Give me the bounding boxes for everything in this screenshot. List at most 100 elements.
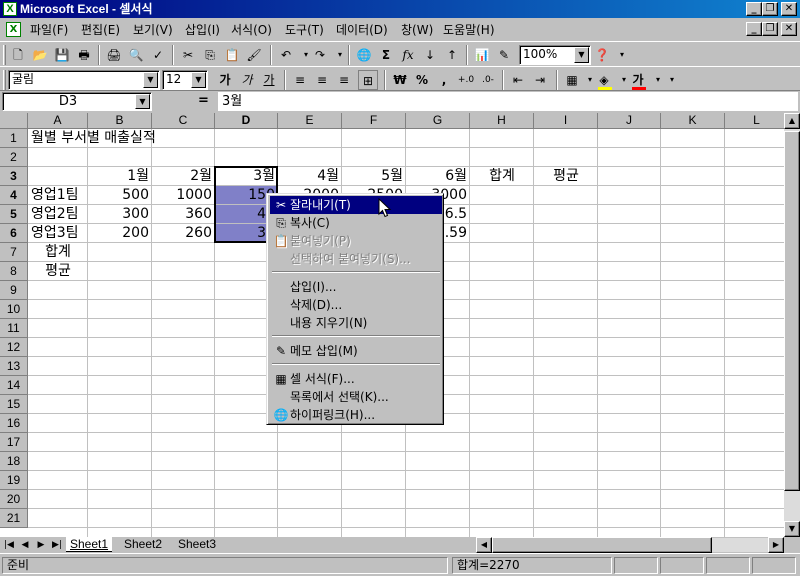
autosum-icon[interactable]: Σ bbox=[376, 45, 396, 65]
new-file-icon[interactable]: 🗋 bbox=[8, 45, 28, 65]
sheet-tab-sheet3[interactable]: Sheet3 bbox=[174, 537, 220, 552]
increase-decimal-icon[interactable]: +.0 bbox=[456, 70, 476, 90]
row-header-13[interactable]: 13 bbox=[0, 357, 28, 376]
context-menu-format-cells[interactable]: ▦ 셀 서식(F)... bbox=[270, 370, 442, 388]
row-header-8[interactable]: 8 bbox=[0, 262, 28, 281]
italic-button[interactable]: 가 bbox=[237, 70, 257, 90]
align-left-icon[interactable]: ≡ bbox=[290, 70, 310, 90]
row-header-15[interactable]: 15 bbox=[0, 395, 28, 414]
menu-edit[interactable]: 편집(E) bbox=[79, 22, 122, 38]
row-header-11[interactable]: 11 bbox=[0, 319, 28, 338]
cell-c6[interactable]: 260 bbox=[152, 224, 215, 243]
cut-icon[interactable]: ✂ bbox=[178, 45, 198, 65]
sheet-tab-sheet2[interactable]: Sheet2 bbox=[120, 537, 166, 552]
row-header-16[interactable]: 16 bbox=[0, 414, 28, 433]
format-painter-icon[interactable]: 🖌 bbox=[244, 45, 264, 65]
percent-button[interactable]: % bbox=[412, 70, 432, 90]
last-sheet-icon[interactable]: ▶| bbox=[50, 538, 64, 552]
sort-descending-icon[interactable]: ↑ bbox=[442, 45, 462, 65]
function-icon[interactable]: fx bbox=[398, 45, 418, 65]
name-box-dropdown-icon[interactable]: ▼ bbox=[135, 94, 150, 109]
row-header-19[interactable]: 19 bbox=[0, 471, 28, 490]
cell-c4[interactable]: 1000 bbox=[152, 186, 215, 205]
menu-file[interactable]: 파일(F) bbox=[28, 22, 70, 38]
vertical-scrollbar[interactable]: ▲ ▼ bbox=[784, 113, 800, 537]
column-header-f[interactable]: F bbox=[342, 113, 406, 129]
context-menu-clear-contents[interactable]: 내용 지우기(N) bbox=[270, 314, 442, 332]
print-preview-icon[interactable]: 🖨 bbox=[104, 45, 124, 65]
font-dropdown-icon[interactable]: ▼ bbox=[143, 72, 158, 88]
increase-indent-icon[interactable]: ⇥ bbox=[530, 70, 550, 90]
doc-minimize-button[interactable]: _ bbox=[746, 22, 762, 36]
chart-wizard-icon[interactable]: 📊 bbox=[472, 45, 492, 65]
menu-format[interactable]: 서식(O) bbox=[229, 22, 274, 38]
column-header-j[interactable]: J bbox=[598, 113, 661, 129]
row-header-3[interactable]: 3 bbox=[0, 167, 28, 186]
cell-i3[interactable]: 평균 bbox=[534, 167, 598, 186]
select-all-corner[interactable] bbox=[0, 113, 28, 129]
bold-button[interactable]: 가 bbox=[215, 70, 235, 90]
cell-c5[interactable]: 360 bbox=[152, 205, 215, 224]
doc-restore-button[interactable]: ❐ bbox=[762, 22, 778, 36]
help-icon[interactable]: ❓ bbox=[592, 45, 612, 65]
zoom-dropdown-icon[interactable]: ▼ bbox=[574, 47, 589, 63]
decrease-indent-icon[interactable]: ⇤ bbox=[508, 70, 528, 90]
cell-b6[interactable]: 200 bbox=[88, 224, 152, 243]
currency-button[interactable]: ₩ bbox=[390, 70, 410, 90]
cell-a4[interactable]: 영업1팀 bbox=[28, 186, 88, 205]
zoom-combo[interactable]: 100% ▼ bbox=[519, 45, 591, 65]
toolbar-more-icon[interactable]: ▾ bbox=[612, 45, 632, 65]
sort-ascending-icon[interactable]: ↓ bbox=[420, 45, 440, 65]
cell-e3[interactable]: 4월 bbox=[278, 167, 342, 186]
print-icon[interactable]: 🖶 bbox=[74, 45, 94, 65]
menu-insert[interactable]: 삽입(I) bbox=[183, 22, 222, 38]
row-header-20[interactable]: 20 bbox=[0, 490, 28, 509]
redo-icon[interactable]: ↷ bbox=[310, 45, 330, 65]
cell-a1[interactable]: 월별 부서별 매출실적 bbox=[28, 129, 328, 148]
underline-button[interactable]: 가 bbox=[259, 70, 279, 90]
column-header-g[interactable]: G bbox=[406, 113, 470, 129]
undo-icon[interactable]: ↶ bbox=[276, 45, 296, 65]
menu-data[interactable]: 데이터(D) bbox=[334, 22, 390, 38]
scroll-down-icon[interactable]: ▼ bbox=[784, 521, 800, 537]
cell-d3[interactable]: 3월 bbox=[215, 167, 278, 186]
context-menu-hyperlink[interactable]: 🌐 하이퍼링크(H)... bbox=[270, 406, 442, 424]
row-header-12[interactable]: 12 bbox=[0, 338, 28, 357]
column-header-h[interactable]: H bbox=[470, 113, 534, 129]
row-header-10[interactable]: 10 bbox=[0, 300, 28, 319]
font-size-combo[interactable]: 12 ▼ bbox=[162, 70, 208, 90]
cell-b3[interactable]: 1월 bbox=[88, 167, 152, 186]
context-menu-insert-comment[interactable]: ✎ 메모 삽입(M) bbox=[270, 342, 442, 360]
row-header-9[interactable]: 9 bbox=[0, 281, 28, 300]
paste-icon[interactable]: 📋 bbox=[222, 45, 242, 65]
row-header-17[interactable]: 17 bbox=[0, 433, 28, 452]
open-folder-icon[interactable]: 📂 bbox=[30, 45, 50, 65]
cell-a5[interactable]: 영업2팀 bbox=[28, 205, 88, 224]
row-header-5[interactable]: 5 bbox=[0, 205, 28, 224]
column-header-k[interactable]: K bbox=[661, 113, 725, 129]
context-menu-delete[interactable]: 삭제(D)... bbox=[270, 296, 442, 314]
decrease-decimal-icon[interactable]: .0- bbox=[478, 70, 498, 90]
cell-a7[interactable]: 합계 bbox=[28, 243, 88, 262]
save-icon[interactable]: 💾 bbox=[52, 45, 72, 65]
column-header-l[interactable]: L bbox=[725, 113, 784, 129]
formula-input[interactable]: 3월 bbox=[218, 92, 798, 111]
column-header-a[interactable]: A bbox=[28, 113, 88, 129]
row-header-21[interactable]: 21 bbox=[0, 509, 28, 528]
menu-help[interactable]: 도움말(H) bbox=[441, 22, 497, 38]
cell-b5[interactable]: 300 bbox=[88, 205, 152, 224]
hyperlink-icon[interactable]: 🌐 bbox=[354, 45, 374, 65]
spelling-check-icon[interactable]: ✓ bbox=[148, 45, 168, 65]
menu-view[interactable]: 보기(V) bbox=[131, 22, 175, 38]
spelling-icon[interactable]: 🔍 bbox=[126, 45, 146, 65]
name-box[interactable]: D3 ▼ bbox=[2, 92, 152, 111]
column-header-c[interactable]: C bbox=[152, 113, 215, 129]
minimize-button[interactable]: _ bbox=[746, 2, 762, 16]
cell-f3[interactable]: 5월 bbox=[342, 167, 406, 186]
column-header-d[interactable]: D bbox=[215, 113, 278, 129]
borders-icon[interactable]: ▦ bbox=[562, 70, 582, 90]
scroll-thumb[interactable] bbox=[784, 131, 800, 491]
toolbar-more-icon[interactable]: ▾ bbox=[662, 70, 682, 90]
cell-g3[interactable]: 6월 bbox=[406, 167, 470, 186]
context-menu-insert[interactable]: 삽입(I)... bbox=[270, 278, 442, 296]
